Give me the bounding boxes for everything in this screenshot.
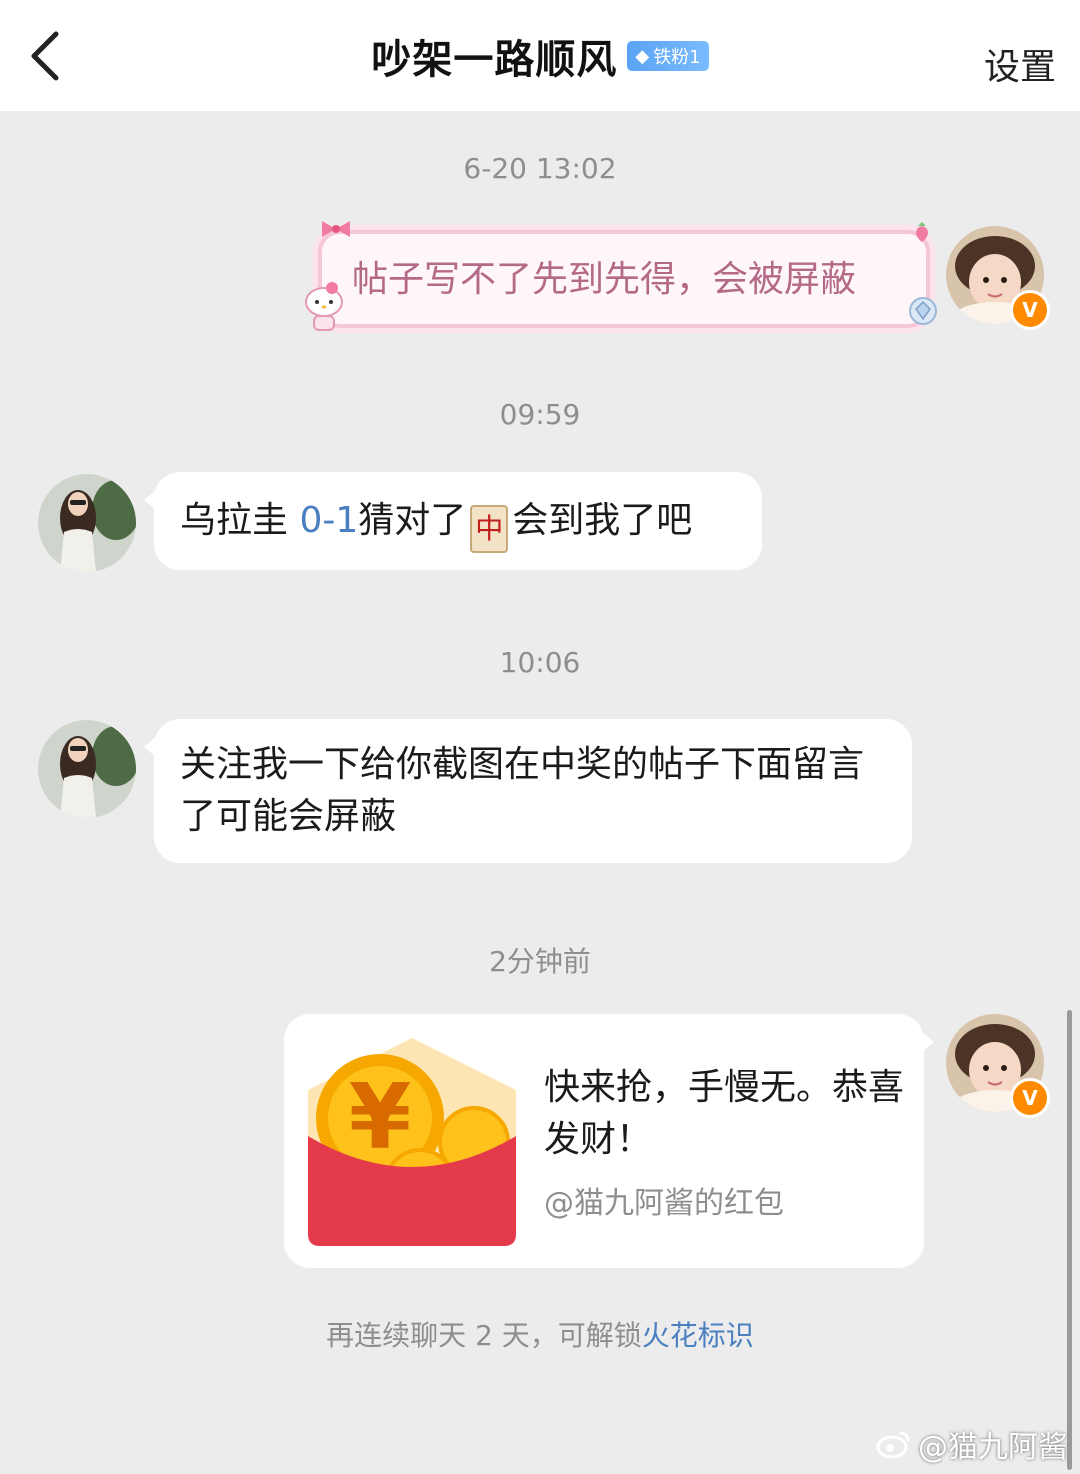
settings-button[interactable]: 设置 (984, 38, 1056, 90)
system-note: 再连续聊天 2 天，可解锁火花标识 (0, 1314, 1080, 1354)
system-note-text: 再连续聊天 2 天，可解锁 (326, 1319, 642, 1352)
timestamp: 2分钟前 (489, 945, 591, 978)
watermark-text: @猫九阿酱 (918, 1430, 1068, 1465)
mahjong-emoji-icon: 中 (470, 505, 509, 553)
red-packet-card[interactable]: ¥ 快来抢，手慢无。恭喜发财！ @猫九阿酱的红包 (284, 1014, 934, 1268)
spark-badge-link[interactable]: 火花标识 (642, 1319, 754, 1352)
diamond-icon: ◆ (635, 45, 650, 67)
message-text: 帖子写不了先到先得，会被屏蔽 (352, 259, 857, 300)
avatar-other[interactable] (38, 720, 136, 818)
hello-kitty-icon (305, 282, 343, 331)
red-packet-icon: ¥ (308, 1038, 516, 1246)
timestamp: 10:06 (499, 646, 581, 679)
red-packet-sender: @猫九阿酱的红包 (544, 1186, 784, 1221)
chat-title: 吵架一路顺风 (371, 37, 618, 83)
message-bubble-sent[interactable]: 帖子写不了先到先得，会被屏蔽 (305, 221, 937, 331)
timestamp: 09:59 (499, 398, 581, 431)
fan-level-badge: ◆ 铁粉1 (627, 41, 709, 71)
message-text: 乌拉圭 0-1猜对了中会到我了吧 (180, 495, 692, 553)
strawberry-icon (916, 222, 928, 242)
gem-icon (909, 297, 937, 325)
verified-badge: V (1010, 1078, 1050, 1118)
score-link[interactable]: 0-1 (299, 500, 358, 541)
verified-badge: V (1010, 290, 1050, 330)
weibo-logo-icon (876, 1431, 910, 1459)
fan-badge-label: 铁粉1 (653, 47, 701, 68)
watermark: @猫九阿酱 (876, 1422, 1068, 1466)
avatar-other[interactable] (38, 474, 136, 572)
chat-header: 吵架一路顺风 ◆ 铁粉1 设置 (0, 0, 1080, 111)
scrollbar[interactable] (1067, 1010, 1072, 1470)
timestamp: 6-20 13:02 (463, 152, 617, 185)
message-bubble-received[interactable]: 关注我一下给你截图在中奖的帖子下面留言了可能会屏蔽 (144, 719, 912, 863)
message-text: 关注我一下给你截图在中奖的帖子下面留言了可能会屏蔽 (180, 744, 865, 837)
message-bubble-received[interactable]: 乌拉圭 0-1猜对了中会到我了吧 (144, 472, 762, 570)
bow-icon (322, 221, 350, 237)
red-packet-message: 快来抢，手慢无。恭喜发财！ (544, 1067, 905, 1160)
